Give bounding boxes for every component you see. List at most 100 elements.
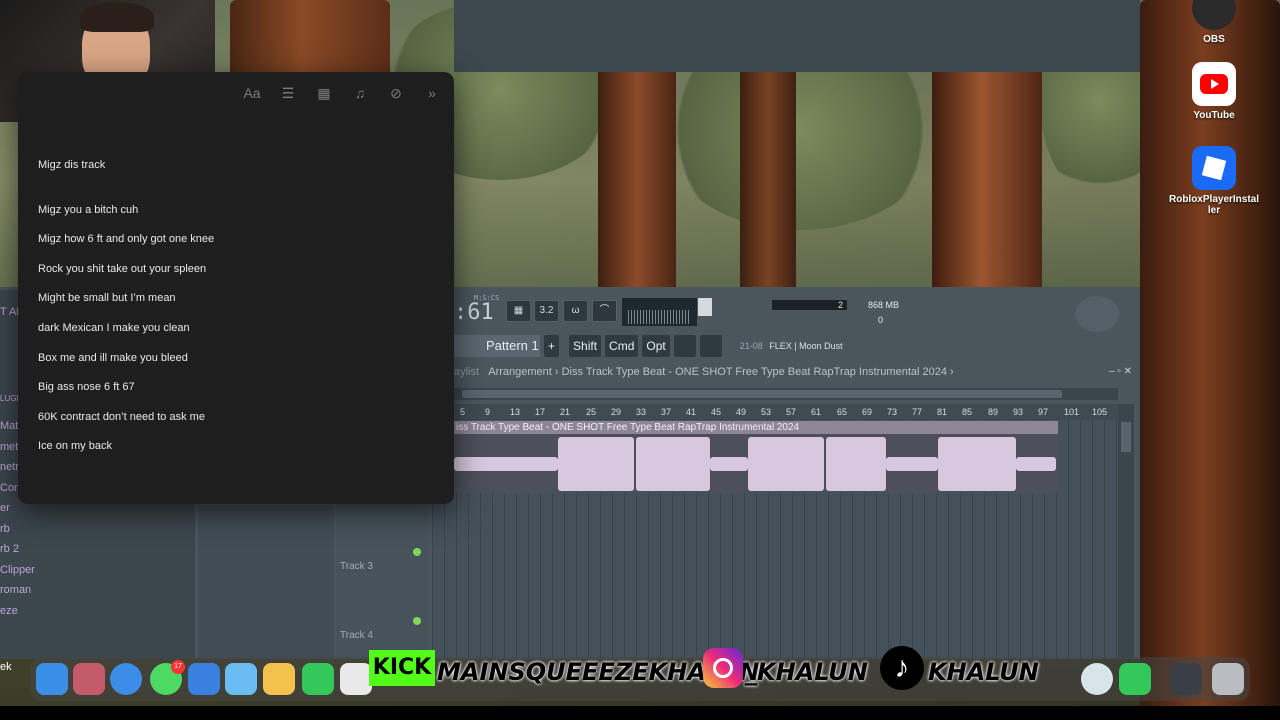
browser-item[interactable]: Clipper (0, 564, 35, 576)
bar-number: 77 (912, 407, 923, 417)
desktop-icon-roblox[interactable]: RobloxPlayerInstal ler (1166, 146, 1262, 216)
note-line: Rock you shit take out your spleen (38, 262, 207, 275)
master-pitch-slider[interactable] (698, 298, 712, 316)
note-line: Box me and ill make you bleed (38, 351, 188, 364)
audio-icon[interactable]: ♫ (349, 85, 371, 101)
clock-value: :61 (454, 300, 494, 325)
table-icon[interactable]: ▦ (313, 85, 335, 102)
track-mute-led[interactable] (413, 548, 421, 556)
app-icon[interactable] (1081, 663, 1113, 695)
note-line: dark Mexican I make you clean (38, 321, 190, 334)
bar-number: 57 (786, 407, 797, 417)
track-headers: Track 3 Track 4 (336, 497, 428, 659)
bar-number: 41 (686, 407, 697, 417)
bar-number: 29 (611, 407, 622, 417)
track-label[interactable]: Track 3 (340, 561, 373, 572)
browser-item[interactable]: Mat (0, 420, 18, 432)
mail-icon[interactable] (188, 663, 220, 695)
window-controls[interactable]: ‒ ▫ ✕ (1109, 366, 1132, 377)
instagram-icon (703, 648, 743, 688)
vertical-scrollbar[interactable] (1118, 404, 1134, 659)
waveform (938, 437, 1016, 491)
maps-icon[interactable] (225, 663, 257, 695)
typing-keyboard-button[interactable]: ▦ (506, 300, 531, 322)
trash-icon[interactable] (1212, 663, 1244, 695)
step-edit-button[interactable]: 3.2 (534, 300, 559, 322)
notes-window: Aa ☰ ▦ ♫ ⊘ » Migz dis track Migz you a b… (18, 72, 454, 504)
song-position-clock: M:S:CS :61 (454, 294, 499, 325)
youtube-icon (1192, 62, 1236, 106)
opt-button[interactable]: Opt (642, 335, 670, 357)
link-icon[interactable]: ⊘ (385, 85, 407, 102)
launchpad-icon[interactable] (73, 663, 105, 695)
browser-item[interactable]: er (0, 502, 10, 514)
metronome-button[interactable]: ⌒ (592, 300, 617, 322)
safari-icon[interactable] (110, 663, 142, 695)
browser-item[interactable]: eze (0, 605, 18, 617)
note-text[interactable]: Migz dis track Migz you a bitch cuh Migz… (38, 158, 214, 469)
browser-item[interactable]: roman (0, 584, 31, 596)
bar-number: 65 (837, 407, 848, 417)
kick-logo: KICK (369, 650, 435, 686)
finder-icon[interactable] (36, 663, 68, 695)
loop-record-button[interactable]: ω (563, 300, 588, 322)
cpu-value: 2 (838, 300, 844, 310)
shift-button[interactable]: Shift (569, 335, 602, 357)
note-line: Might be small but I’m mean (38, 292, 176, 305)
desktop-icon-label: OBS (1203, 34, 1225, 45)
format-text-icon[interactable]: Aa (241, 85, 263, 101)
bar-number: 37 (661, 407, 672, 417)
bar-number: 73 (887, 407, 898, 417)
bar-number: 69 (862, 407, 873, 417)
more-icon[interactable]: » (421, 85, 443, 101)
fl-toolbar (454, 0, 1140, 72)
bar-number: 81 (937, 407, 948, 417)
bar-number: 49 (736, 407, 747, 417)
checklist-icon[interactable]: ☰ (277, 85, 299, 102)
memory-value: 868 MB (868, 300, 900, 310)
waveform (748, 437, 824, 491)
add-pattern-button[interactable]: + (544, 335, 560, 357)
facetime-icon[interactable] (302, 663, 334, 695)
bar-number: 33 (636, 407, 647, 417)
note-line: Ice on my back (38, 440, 112, 453)
desktop-icon-youtube[interactable]: YouTube (1166, 62, 1262, 121)
browser-item[interactable]: LUGI (0, 394, 19, 403)
master-oscilloscope (622, 298, 697, 326)
waveform (826, 437, 886, 491)
track-label[interactable]: Track 4 (340, 630, 373, 641)
audio-clip[interactable]: iss Track Type Beat - ONE SHOT Free Type… (454, 421, 1058, 493)
desktop-icon-label: YouTube (1193, 110, 1235, 121)
bar-number: 21 (560, 407, 571, 417)
horizontal-scrollbar[interactable] (454, 388, 1118, 400)
tiktok-icon: ♪ (880, 646, 924, 690)
cart-icon[interactable] (699, 335, 722, 357)
notification-badge: 17 (171, 660, 185, 674)
playlist-breadcrumb[interactable]: Arrangement › Diss Track Type Beat - ONE… (488, 366, 953, 378)
cmd-button[interactable]: Cmd (605, 335, 639, 357)
browser-item[interactable]: rb 2 (0, 543, 19, 555)
note-line: 60K contract don’t need to ask me (38, 410, 205, 423)
polyphony-value: 0 (878, 315, 884, 325)
cpu-bar (772, 300, 847, 310)
waveform (886, 457, 938, 471)
photos-icon[interactable] (263, 663, 295, 695)
fl-logo-icon (1075, 296, 1119, 332)
browser-item[interactable]: netr (0, 461, 19, 473)
bar-number: 9 (485, 407, 491, 417)
note-line: Migz you a bitch cuh (38, 203, 139, 216)
timeline-ruler[interactable]: 5 9 13 17 21 25 29 33 37 41 45 49 53 57 … (454, 404, 1118, 420)
track-mute-led[interactable] (413, 617, 421, 625)
bar-number: 13 (510, 407, 521, 417)
snap-icon[interactable] (673, 335, 696, 357)
pattern-selector[interactable]: Pattern 1 (454, 335, 540, 357)
facetime-icon[interactable] (1119, 663, 1151, 695)
desktop-icon-obs[interactable]: OBS (1166, 0, 1262, 45)
waveform (454, 457, 558, 471)
playlist-title-bar: aylist Arrangement › Diss Track Type Bea… (454, 366, 1132, 382)
freeform-icon[interactable] (340, 663, 372, 695)
bar-number: 97 (1038, 407, 1049, 417)
app-icon[interactable] (1170, 663, 1202, 695)
browser-item[interactable]: rb (0, 523, 10, 535)
note-line: Big ass nose 6 ft 67 (38, 381, 135, 394)
